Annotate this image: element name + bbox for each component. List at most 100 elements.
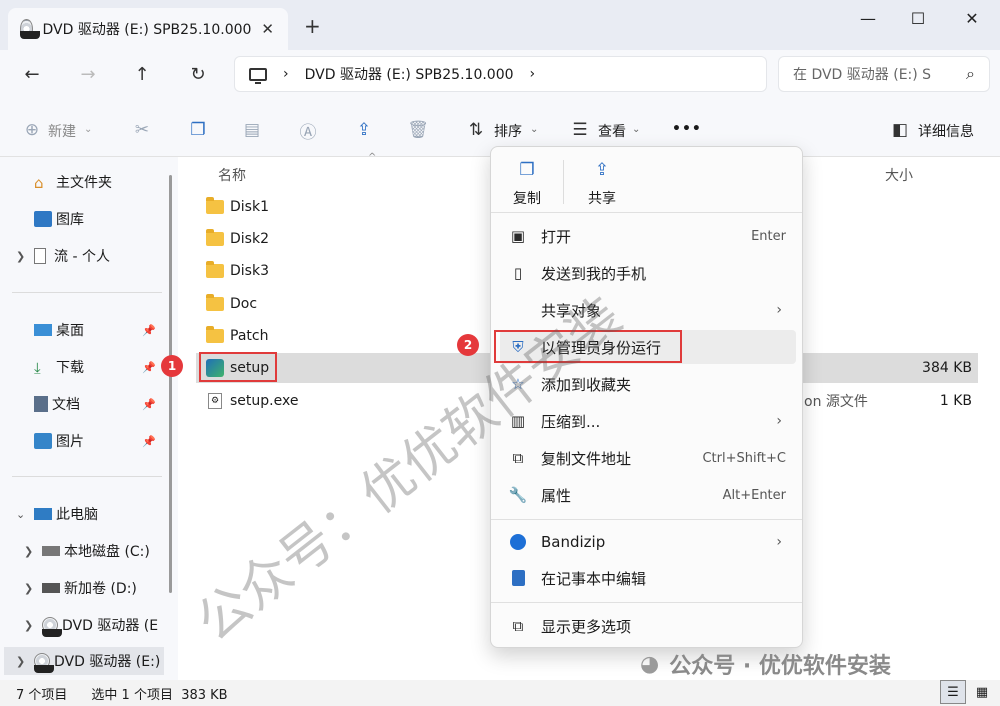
menu-item-copy-path[interactable]: ⧉ 复制文件地址 Ctrl+Shift+C: [500, 441, 796, 475]
chevron-right-icon[interactable]: ❯: [16, 250, 34, 263]
menu-item-properties[interactable]: 🔧 属性 Alt+Enter: [500, 478, 796, 512]
folder-icon: [206, 294, 224, 311]
minimize-button[interactable]: —: [848, 6, 888, 30]
share-icon[interactable]: ⇪: [352, 118, 376, 142]
new-plus-icon: ⊕: [24, 120, 40, 140]
menu-divider: [491, 212, 802, 213]
chevron-right-icon[interactable]: ❯: [24, 545, 42, 558]
context-share-button[interactable]: ⇪ 共享: [577, 160, 627, 208]
breadcrumb-chevron-icon: ›: [283, 66, 289, 82]
sidebar-item-downloads[interactable]: ⤓ 下载 📌: [0, 353, 170, 381]
chevron-down-icon[interactable]: ⌄: [16, 508, 34, 521]
file-name: Disk3: [230, 263, 269, 279]
sidebar-item-label: 桌面: [56, 323, 84, 339]
cut-icon[interactable]: ✂: [130, 118, 154, 142]
paste-icon[interactable]: ▤: [240, 118, 264, 142]
sidebar-item-desktop[interactable]: 桌面 📌: [0, 316, 170, 344]
pin-icon[interactable]: 📌: [142, 324, 156, 337]
column-header-name[interactable]: 名称: [218, 165, 246, 185]
close-button[interactable]: ✕: [952, 6, 992, 30]
sidebar-item-documents[interactable]: 文档 📌: [0, 390, 170, 418]
sidebar-item-label: DVD 驱动器 (E:): [54, 654, 161, 670]
share-icon: ⇪: [594, 160, 610, 180]
rename-icon[interactable]: Ⓐ: [296, 118, 320, 143]
address-bar[interactable]: › DVD 驱动器 (E:) SPB25.10.000 ›: [234, 56, 767, 92]
menu-item-open[interactable]: ▣ 打开 Enter: [500, 219, 796, 253]
dvd-drive-icon: [20, 19, 40, 39]
folder-icon: [206, 229, 224, 246]
phone-icon: ▯: [513, 264, 523, 282]
chevron-right-icon[interactable]: ❯: [24, 619, 42, 632]
sidebar-item-drive-c[interactable]: ❯ 本地磁盘 (C:): [0, 537, 170, 565]
bandizip-icon: [509, 533, 527, 551]
monitor-icon: [34, 508, 52, 520]
sidebar-item-drive-e-child[interactable]: ❯ DVD 驱动器 (E: [0, 611, 170, 639]
step-badge-2: 2: [457, 334, 479, 356]
chevron-right-icon[interactable]: ❯: [16, 655, 34, 668]
tab-active[interactable]: DVD 驱动器 (E:) SPB25.10.000 ✕: [8, 8, 288, 50]
tiles-view-icon[interactable]: ▦: [972, 682, 992, 702]
open-icon: ▣: [510, 227, 526, 245]
new-tab-button[interactable]: +: [304, 14, 321, 38]
search-input[interactable]: 在 DVD 驱动器 (E:) S ⌕: [778, 56, 990, 92]
breadcrumb-path[interactable]: DVD 驱动器 (E:) SPB25.10.000: [305, 64, 514, 84]
file-size: 1 KB: [939, 393, 972, 409]
menu-item-more-options[interactable]: ⧉ 显示更多选项: [500, 609, 796, 643]
menu-item-compress[interactable]: ▥ 压缩到... ›: [500, 404, 796, 438]
file-name: Patch: [230, 328, 269, 344]
sidebar-divider: [12, 476, 162, 477]
chevron-right-icon[interactable]: ❯: [24, 582, 42, 595]
details-button[interactable]: 详细信息: [918, 121, 974, 141]
sidebar-item-label: 下载: [56, 360, 84, 376]
step-badge-1: 1: [161, 355, 183, 377]
file-name: Doc: [230, 296, 258, 312]
sort-indicator-icon: ^: [368, 152, 377, 163]
search-placeholder: 在 DVD 驱动器 (E:) S: [793, 67, 932, 83]
refresh-button[interactable]: ↻: [186, 62, 210, 86]
copy-icon[interactable]: ❐: [186, 118, 210, 142]
sidebar-item-label: 此电脑: [56, 507, 98, 523]
view-button[interactable]: 查看: [598, 121, 626, 141]
column-header-size[interactable]: 大小: [885, 165, 913, 185]
dvd-drive-icon: [42, 617, 62, 637]
menu-item-edit-notepad[interactable]: 在记事本中编辑: [500, 561, 796, 595]
menu-item-send-to-phone[interactable]: ▯ 发送到我的手机: [500, 256, 796, 290]
menu-item-bandizip[interactable]: Bandizip ›: [500, 525, 796, 559]
context-share-label: 共享: [588, 191, 616, 207]
sidebar-item-home[interactable]: ⌂ 主文件夹: [0, 168, 170, 196]
breadcrumb-end-chevron-icon[interactable]: ›: [530, 66, 536, 82]
sidebar-item-label: 图片: [56, 434, 84, 450]
delete-icon[interactable]: 🗑: [406, 118, 430, 142]
up-button[interactable]: ↑: [130, 62, 154, 86]
sidebar-item-drive-e[interactable]: ❯ DVD 驱动器 (E:): [4, 647, 164, 675]
sidebar-item-gallery[interactable]: 图库: [0, 205, 170, 233]
sidebar-item-drive-d[interactable]: ❯ 新加卷 (D:): [0, 574, 170, 602]
file-name: setup.exe: [230, 393, 299, 409]
sidebar-item-label: 流 - 个人: [54, 249, 110, 265]
sidebar-item-label: 新加卷 (D:): [64, 581, 137, 597]
forward-button[interactable]: →: [76, 62, 100, 86]
sidebar-item-pictures[interactable]: 图片 📌: [0, 427, 170, 455]
context-copy-button[interactable]: ❐ 复制: [502, 160, 552, 208]
menu-divider: [491, 602, 802, 603]
pin-icon[interactable]: 📌: [142, 398, 156, 411]
submenu-arrow-icon: ›: [776, 413, 782, 429]
back-button[interactable]: ←: [20, 62, 44, 86]
pin-icon[interactable]: 📌: [142, 361, 156, 374]
more-options-button[interactable]: •••: [672, 121, 702, 137]
dvd-drive-icon: [34, 653, 54, 673]
new-button[interactable]: 新建: [48, 121, 76, 141]
documents-icon: [34, 396, 48, 412]
footer-watermark: ◕ 公众号 · 优优软件安装: [640, 651, 891, 680]
context-top-divider: [563, 160, 564, 204]
sidebar-item-this-pc[interactable]: ⌄ 此电脑: [0, 500, 170, 528]
maximize-button[interactable]: ☐: [898, 6, 938, 30]
sort-button[interactable]: 排序: [494, 121, 522, 141]
sidebar-item-label: 本地磁盘 (C:): [64, 544, 150, 560]
details-view-icon[interactable]: ☰: [940, 680, 966, 704]
pin-icon[interactable]: 📌: [142, 435, 156, 448]
copy-path-icon: ⧉: [512, 449, 524, 467]
tab-close-icon[interactable]: ✕: [261, 20, 274, 38]
sidebar-scrollbar[interactable]: [169, 175, 172, 593]
sidebar-item-personal[interactable]: ❯ 流 - 个人: [0, 242, 170, 270]
